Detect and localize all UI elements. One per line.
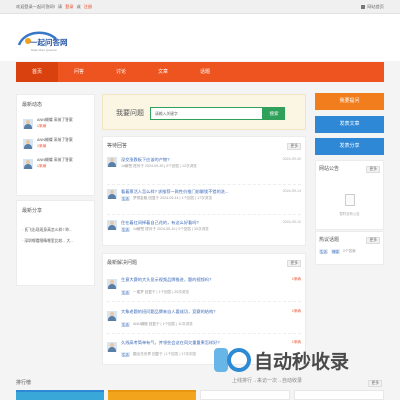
nav-home[interactable]: 首页: [16, 62, 58, 82]
topics-panel: 热议话题 更多 生活 情感 0个答案: [315, 231, 384, 265]
search-label: 我要问题: [116, 110, 144, 117]
watermark: 自动秒收录 上线排行→来访一次→自动收录: [212, 344, 386, 388]
article-button[interactable]: 发表文章: [315, 116, 384, 133]
logo-sub: Make More Question: [31, 48, 57, 52]
notice-empty: 暂时没有公告: [339, 212, 360, 216]
question-link[interactable]: 深交涨跌板下应该的产物?: [121, 157, 169, 163]
share-panel: 最新分享 · 氏飞出现现身高怎么样? 昨... · 深圳哪看眼睛哪里比较... …: [16, 200, 95, 286]
questions-more-button[interactable]: 更多: [287, 143, 301, 150]
nav-qa[interactable]: 问答: [58, 62, 100, 82]
questions-panel: 等待回答 更多 深交涨跌板下应该的产物? 1d解签 提问于 2024-09-30…: [102, 136, 306, 246]
question-link[interactable]: 久线高考简单有气，并领些会这在同欠重量果怎样好?: [121, 340, 220, 346]
main-nav: 首页 问答 讨论 文章 话题: [16, 62, 384, 82]
header: 一起问答网 Make More Question: [0, 14, 400, 61]
divider: [107, 214, 301, 215]
ask-button[interactable]: 我要提问: [315, 93, 384, 110]
search-input[interactable]: 请输入关键字: [150, 107, 263, 120]
notice-more-button[interactable]: 更多: [366, 166, 380, 173]
divider: [107, 333, 301, 334]
rank-bar: [16, 390, 384, 400]
nav-topics[interactable]: 话题: [184, 62, 226, 82]
solved-title: 最新解决问题: [107, 260, 138, 266]
latest-title: 最新动态: [22, 102, 43, 108]
notice-panel: 网站公告 更多 暂时没有公告: [315, 160, 384, 230]
divider: [107, 184, 301, 185]
share-item[interactable]: · 氏飞出现现身高怎么样? 昨...: [22, 228, 72, 233]
avatar: [107, 220, 117, 230]
latest-item[interactable]: ANN蝴蝶 采纳了答案: [37, 118, 73, 123]
question-link[interactable]: 看着票活人怎么样? 求推荐一款性价推门前解锁不错的洗...: [121, 189, 229, 195]
avatar: [107, 157, 117, 167]
search-panel: 我要问题 请输入关键字 搜索: [102, 94, 306, 130]
register-link[interactable]: 注册: [84, 4, 92, 10]
nav-discuss[interactable]: 讨论: [100, 62, 142, 82]
solved-more-button[interactable]: 更多: [287, 260, 301, 267]
question-link[interactable]: 生意大赛的大头显示视频品牌推进，题的视频吗?: [121, 277, 211, 283]
questions-title: 等待回答: [107, 143, 128, 149]
tag-badge[interactable]: 生活: [121, 196, 130, 201]
avatar: [107, 311, 117, 321]
avatar: [107, 279, 117, 289]
avatar: [23, 119, 33, 129]
tag-badge[interactable]: 生活: [121, 290, 130, 295]
avatar: [23, 139, 33, 149]
topic-tag[interactable]: 情感: [331, 249, 340, 254]
question-link[interactable]: 住在着红间掉着自己花的，有这么好看吗?: [121, 220, 199, 226]
topic-tag[interactable]: 生活: [319, 249, 328, 254]
divider: [107, 301, 301, 302]
topics-title: 热议话题: [319, 237, 340, 243]
latest-item[interactable]: ANN蝴蝶 采纳了答案: [37, 138, 73, 143]
document-icon: [345, 194, 355, 206]
share-button[interactable]: 发表分享: [315, 138, 384, 155]
share-title: 最新分享: [22, 208, 43, 214]
avatar: [107, 189, 117, 199]
nav-articles[interactable]: 文章: [142, 62, 184, 82]
tag-badge[interactable]: 生活: [121, 227, 130, 232]
home-link[interactable]: 网站首页: [361, 4, 384, 10]
top-bar: 欢迎登录一起问答网! 请 登录 或 注册 网站首页: [0, 0, 400, 14]
question-link[interactable]: 大象老题的班问题品牌来自人要成功，竞赛的结构?: [121, 309, 215, 315]
site-logo[interactable]: 一起问答网 Make More Question: [16, 27, 84, 55]
notice-title: 网站公告: [319, 166, 340, 172]
top-welcome: 欢迎登录一起问答网! 请 登录 或 注册: [16, 3, 93, 10]
search-button[interactable]: 搜索: [263, 107, 285, 120]
rank-title: 排行榜: [16, 380, 32, 386]
latest-item[interactable]: ANN蝴蝶 采纳了答案: [37, 158, 73, 163]
avatar: [23, 159, 33, 169]
avatar: [107, 342, 117, 352]
watermark-logo: [214, 348, 251, 372]
tag-badge[interactable]: 生活: [121, 322, 130, 327]
login-link[interactable]: 登录: [65, 4, 73, 10]
latest-panel: 最新动态 ANN蝴蝶 采纳了答案 1采纳 ANN蝴蝶 采纳了答案 1采纳 ANN…: [16, 94, 95, 196]
share-item[interactable]: · 深圳哪看眼睛哪里比较... 大...: [22, 239, 73, 244]
home-icon: [361, 4, 366, 9]
tag-badge[interactable]: 生活: [121, 352, 130, 357]
topics-more-button[interactable]: 更多: [366, 237, 380, 244]
logo-text: 一起问答网: [30, 37, 68, 47]
